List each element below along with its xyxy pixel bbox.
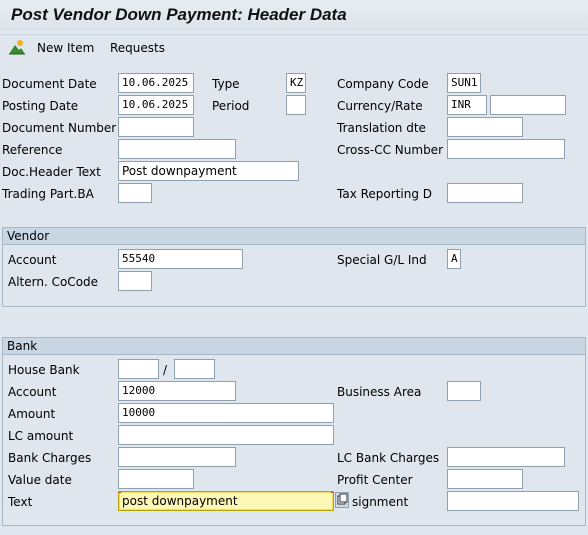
focus-bracket-left	[119, 492, 121, 510]
altern-cocode-label: Altern. CoCode	[8, 275, 99, 289]
assignment-label: signment	[352, 495, 409, 509]
profit-center-input[interactable]	[447, 469, 523, 489]
trading-part-ba-input[interactable]	[118, 183, 152, 203]
exchange-rate-input[interactable]	[490, 95, 566, 115]
bank-charges-input[interactable]	[118, 447, 236, 467]
text-input-value: post downpayment	[122, 494, 238, 508]
profit-center-label: Profit Center	[337, 473, 413, 487]
vendor-group: Vendor	[2, 227, 586, 307]
bank-group-title: Bank	[3, 338, 585, 355]
vendor-account-input[interactable]: 55540	[118, 249, 243, 269]
period-input[interactable]	[286, 95, 306, 115]
type-input[interactable]: KZ	[286, 73, 306, 93]
doc-header-text-input[interactable]: Post downpayment	[118, 161, 299, 181]
company-code-label: Company Code	[337, 77, 429, 91]
requests-button[interactable]: Requests	[110, 41, 165, 55]
document-number-label: Document Number	[2, 121, 117, 135]
bank-account-input[interactable]: 12000	[118, 381, 236, 401]
amount-input[interactable]: 10000	[118, 403, 334, 423]
altern-cocode-input[interactable]	[118, 271, 152, 291]
vendor-group-title: Vendor	[3, 228, 585, 245]
special-gl-input[interactable]: A	[447, 249, 461, 269]
posting-date-input[interactable]: 10.06.2025	[118, 95, 194, 115]
trading-part-ba-label: Trading Part.BA	[2, 187, 94, 201]
translation-date-label: Translation dte	[337, 121, 426, 135]
lc-amount-label: LC amount	[8, 429, 74, 443]
house-bank-separator: /	[163, 363, 168, 377]
bank-account-label: Account	[8, 385, 57, 399]
house-bank-input[interactable]	[118, 359, 159, 379]
business-area-input[interactable]	[447, 381, 481, 401]
mountain-icon[interactable]	[8, 39, 26, 55]
vendor-account-label: Account	[8, 253, 57, 267]
lc-amount-input[interactable]	[118, 425, 334, 445]
assignment-input[interactable]	[447, 491, 579, 511]
house-bank-id-input[interactable]	[174, 359, 215, 379]
page-title: Post Vendor Down Payment: Header Data	[11, 5, 347, 24]
value-date-label: Value date	[8, 473, 72, 487]
application-toolbar: New Item Requests	[0, 34, 588, 61]
reference-input[interactable]	[118, 139, 236, 159]
lc-bank-charges-label: LC Bank Charges	[337, 451, 440, 465]
amount-label: Amount	[8, 407, 56, 421]
type-label: Type	[212, 77, 240, 91]
reference-label: Reference	[2, 143, 63, 157]
text-input[interactable]: post downpayment	[118, 491, 334, 511]
currency-input[interactable]: INR	[447, 95, 487, 115]
currency-rate-label: Currency/Rate	[337, 99, 423, 113]
tax-reporting-input[interactable]	[447, 183, 523, 203]
cross-cc-number-label: Cross-CC Number	[337, 143, 444, 157]
house-bank-label: House Bank	[8, 363, 80, 377]
business-area-label: Business Area	[337, 385, 422, 399]
cross-cc-number-input[interactable]	[447, 139, 565, 159]
company-code-input[interactable]: SUN1	[447, 73, 481, 93]
bank-charges-label: Bank Charges	[8, 451, 92, 465]
value-date-input[interactable]	[118, 469, 194, 489]
posting-date-label: Posting Date	[2, 99, 79, 113]
translation-date-input[interactable]	[447, 117, 523, 137]
focus-bracket-right	[331, 492, 333, 510]
document-date-label: Document Date	[2, 77, 97, 91]
doc-header-text-label: Doc.Header Text	[2, 165, 101, 179]
document-number-input[interactable]	[118, 117, 194, 137]
long-text-icon[interactable]	[335, 492, 349, 508]
special-gl-label: Special G/L Ind	[337, 253, 427, 267]
tax-reporting-label: Tax Reporting D	[337, 187, 433, 201]
document-date-input[interactable]: 10.06.2025	[118, 73, 194, 93]
title-bar: Post Vendor Down Payment: Header Data	[0, 0, 588, 31]
new-item-button[interactable]: New Item	[37, 41, 94, 55]
lc-bank-charges-input[interactable]	[447, 447, 565, 467]
period-label: Period	[212, 99, 250, 113]
text-label: Text	[8, 495, 33, 509]
